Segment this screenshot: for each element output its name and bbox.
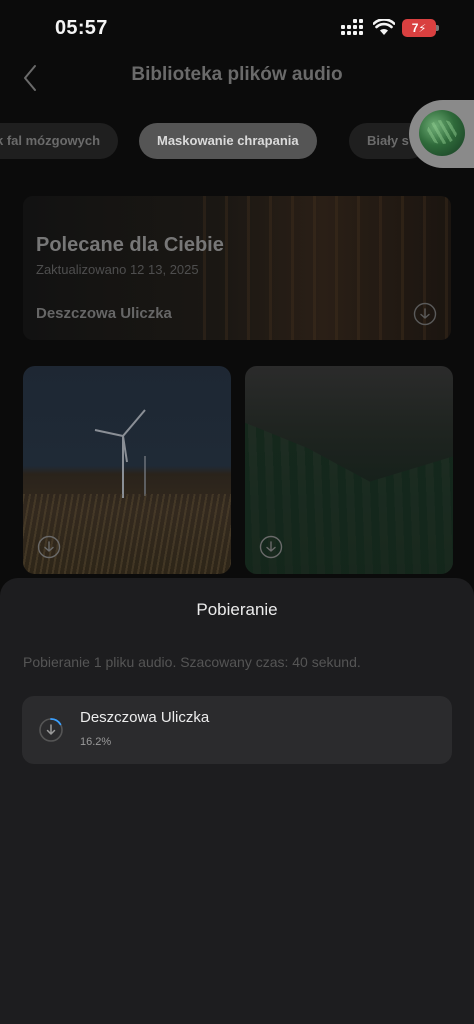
download-item-progress: 16.2% <box>80 736 112 748</box>
download-item-name: Deszczowa Uliczka <box>80 709 210 726</box>
signal-icon <box>341 19 365 36</box>
status-bar: 05:57 7⚡ <box>0 0 474 56</box>
download-icon[interactable] <box>413 302 437 326</box>
category-chips: k fal mózgowych Maskowanie chrapania Bia… <box>0 123 474 159</box>
battery-nub <box>436 25 439 31</box>
status-time: 05:57 <box>55 17 108 39</box>
download-item[interactable] <box>22 696 452 764</box>
featured-title: Polecane dla Ciebie <box>36 234 224 256</box>
grass-texture <box>23 494 231 574</box>
download-icon[interactable] <box>259 535 283 559</box>
featured-updated: Zaktualizowano 12 13, 2025 <box>36 262 199 277</box>
sheet-title: Pobieranie <box>196 600 278 619</box>
download-icon[interactable] <box>37 535 61 559</box>
chip-brainwave[interactable]: k fal mózgowych <box>0 123 119 159</box>
wifi-icon <box>373 19 395 35</box>
battery-level: 7⚡ <box>411 21 427 35</box>
featured-track-name: Deszczowa Uliczka <box>36 305 172 322</box>
download-sheet <box>0 578 474 1024</box>
page-title: Biblioteka plików audio <box>131 64 343 85</box>
wind-turbine-image <box>94 409 146 498</box>
chip-snoring-masking[interactable]: Maskowanie chrapania <box>139 123 317 159</box>
download-progress-icon <box>39 718 63 742</box>
avatar[interactable] <box>419 110 465 156</box>
sheet-description: Pobieranie 1 pliku audio. Szacowany czas… <box>23 654 361 670</box>
